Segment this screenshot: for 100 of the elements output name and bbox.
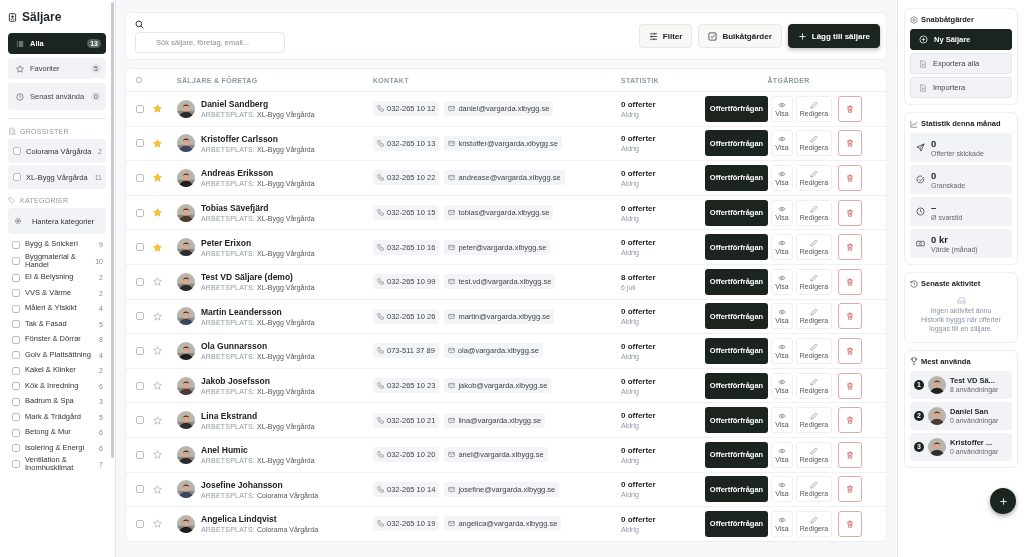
checkbox[interactable]: [12, 366, 20, 375]
trash-icon: [846, 139, 854, 148]
mail-icon: [447, 347, 455, 355]
delete-button[interactable]: [838, 337, 862, 364]
star-icon[interactable]: [153, 415, 162, 425]
star-icon[interactable]: [153, 277, 162, 287]
filter-button[interactable]: Filter: [638, 24, 693, 48]
seller-name: Martin Leandersson: [201, 306, 283, 317]
checkbox[interactable]: [12, 397, 20, 406]
offer-count: 0 offerter: [621, 169, 657, 178]
delete-button[interactable]: [838, 199, 862, 226]
eye-icon: [778, 515, 786, 524]
pencil-icon: [810, 273, 818, 282]
seller-name: Peter Erixon: [201, 237, 253, 248]
offer-count: 0 offerter: [621, 203, 657, 213]
checkbox[interactable]: [12, 273, 20, 282]
floating-add-button[interactable]: [990, 488, 1016, 514]
checkbox[interactable]: [136, 174, 144, 182]
seller-name: Josefine Johansson: [201, 479, 284, 490]
offer-count: 0 offerter: [621, 514, 657, 524]
checkbox[interactable]: [12, 240, 20, 249]
star-icon[interactable]: [153, 208, 162, 218]
phone-icon: [377, 520, 384, 528]
bulk-actions-button[interactable]: Bulkåtgärder: [698, 24, 782, 48]
eye-icon: [778, 170, 786, 178]
checkbox[interactable]: [12, 351, 20, 359]
delete-button[interactable]: [838, 268, 862, 295]
star-icon[interactable]: [153, 173, 162, 183]
checkbox[interactable]: [136, 519, 144, 528]
contact-book-icon: [8, 12, 17, 22]
phone-icon: [377, 312, 384, 320]
checkbox[interactable]: [12, 304, 20, 313]
line-chart-icon: [910, 119, 918, 128]
plus-circle-icon: [919, 35, 928, 44]
mail-icon: [448, 243, 456, 251]
mail-icon: [448, 382, 456, 390]
star-icon[interactable]: [153, 242, 162, 252]
checkbox[interactable]: [12, 289, 20, 297]
offer-count: 0 offerter: [621, 480, 657, 490]
star-icon[interactable]: [153, 484, 162, 494]
mail-icon: [448, 105, 456, 113]
search-icon[interactable]: [135, 19, 144, 29]
checkbox[interactable]: [136, 139, 144, 148]
checkbox[interactable]: [136, 416, 144, 425]
checkbox[interactable]: [12, 444, 20, 452]
eye-icon: [778, 446, 786, 455]
delete-button[interactable]: [838, 95, 862, 122]
trash-icon: [846, 381, 854, 390]
eye-icon: [778, 100, 786, 109]
delete-button[interactable]: [838, 372, 862, 399]
checkbox[interactable]: [12, 413, 20, 421]
star-icon[interactable]: [153, 381, 162, 391]
delete-button[interactable]: [838, 130, 862, 157]
seller-name: Kristoffer Carlsson: [201, 133, 279, 144]
checkbox[interactable]: [136, 277, 144, 286]
checkbox[interactable]: [13, 147, 21, 155]
add-seller-button[interactable]: Lägg till säljare: [787, 24, 880, 48]
checkbox[interactable]: [136, 312, 144, 321]
checkbox[interactable]: [136, 485, 144, 494]
checkbox[interactable]: [136, 381, 144, 390]
delete-button[interactable]: [838, 476, 862, 503]
star-icon[interactable]: [153, 519, 162, 529]
checkbox[interactable]: [136, 346, 144, 355]
offer-count: 0 offerter: [621, 445, 657, 455]
star-icon[interactable]: [153, 104, 162, 114]
star-icon[interactable]: [153, 138, 162, 148]
checkbox[interactable]: [13, 173, 21, 181]
mail-icon: [448, 485, 456, 493]
delete-button[interactable]: [838, 303, 862, 330]
delete-button[interactable]: [838, 165, 862, 191]
checkbox[interactable]: [12, 460, 20, 469]
check-circle-icon: [916, 175, 925, 184]
star-icon[interactable]: [153, 311, 162, 321]
checkbox[interactable]: [12, 320, 20, 328]
eye-icon: [778, 308, 786, 317]
phone-icon: [377, 278, 384, 286]
star-icon[interactable]: [153, 346, 162, 356]
checkbox[interactable]: [12, 382, 20, 390]
delete-button[interactable]: [838, 407, 862, 434]
select-all-checkbox[interactable]: [136, 77, 142, 83]
phone-icon: [377, 451, 384, 459]
trash-icon: [846, 519, 854, 528]
checkbox[interactable]: [136, 243, 144, 252]
star-icon: [16, 64, 24, 73]
phone-icon: [377, 416, 384, 424]
checkbox[interactable]: [12, 428, 20, 437]
checkbox[interactable]: [136, 104, 144, 113]
pencil-icon: [810, 204, 818, 213]
delete-button[interactable]: [838, 234, 862, 261]
mail-icon: [448, 520, 456, 528]
paper-plane-icon: [916, 143, 925, 152]
checkbox[interactable]: [136, 450, 144, 459]
delete-button[interactable]: [838, 441, 862, 468]
checkbox[interactable]: [136, 208, 144, 217]
star-icon[interactable]: [153, 450, 162, 460]
delete-button[interactable]: [838, 510, 862, 537]
seller-name: Angelica Lindqvist: [201, 514, 278, 525]
checkbox[interactable]: [12, 335, 20, 344]
tags-icon: [8, 196, 16, 204]
checkbox[interactable]: [12, 257, 20, 266]
